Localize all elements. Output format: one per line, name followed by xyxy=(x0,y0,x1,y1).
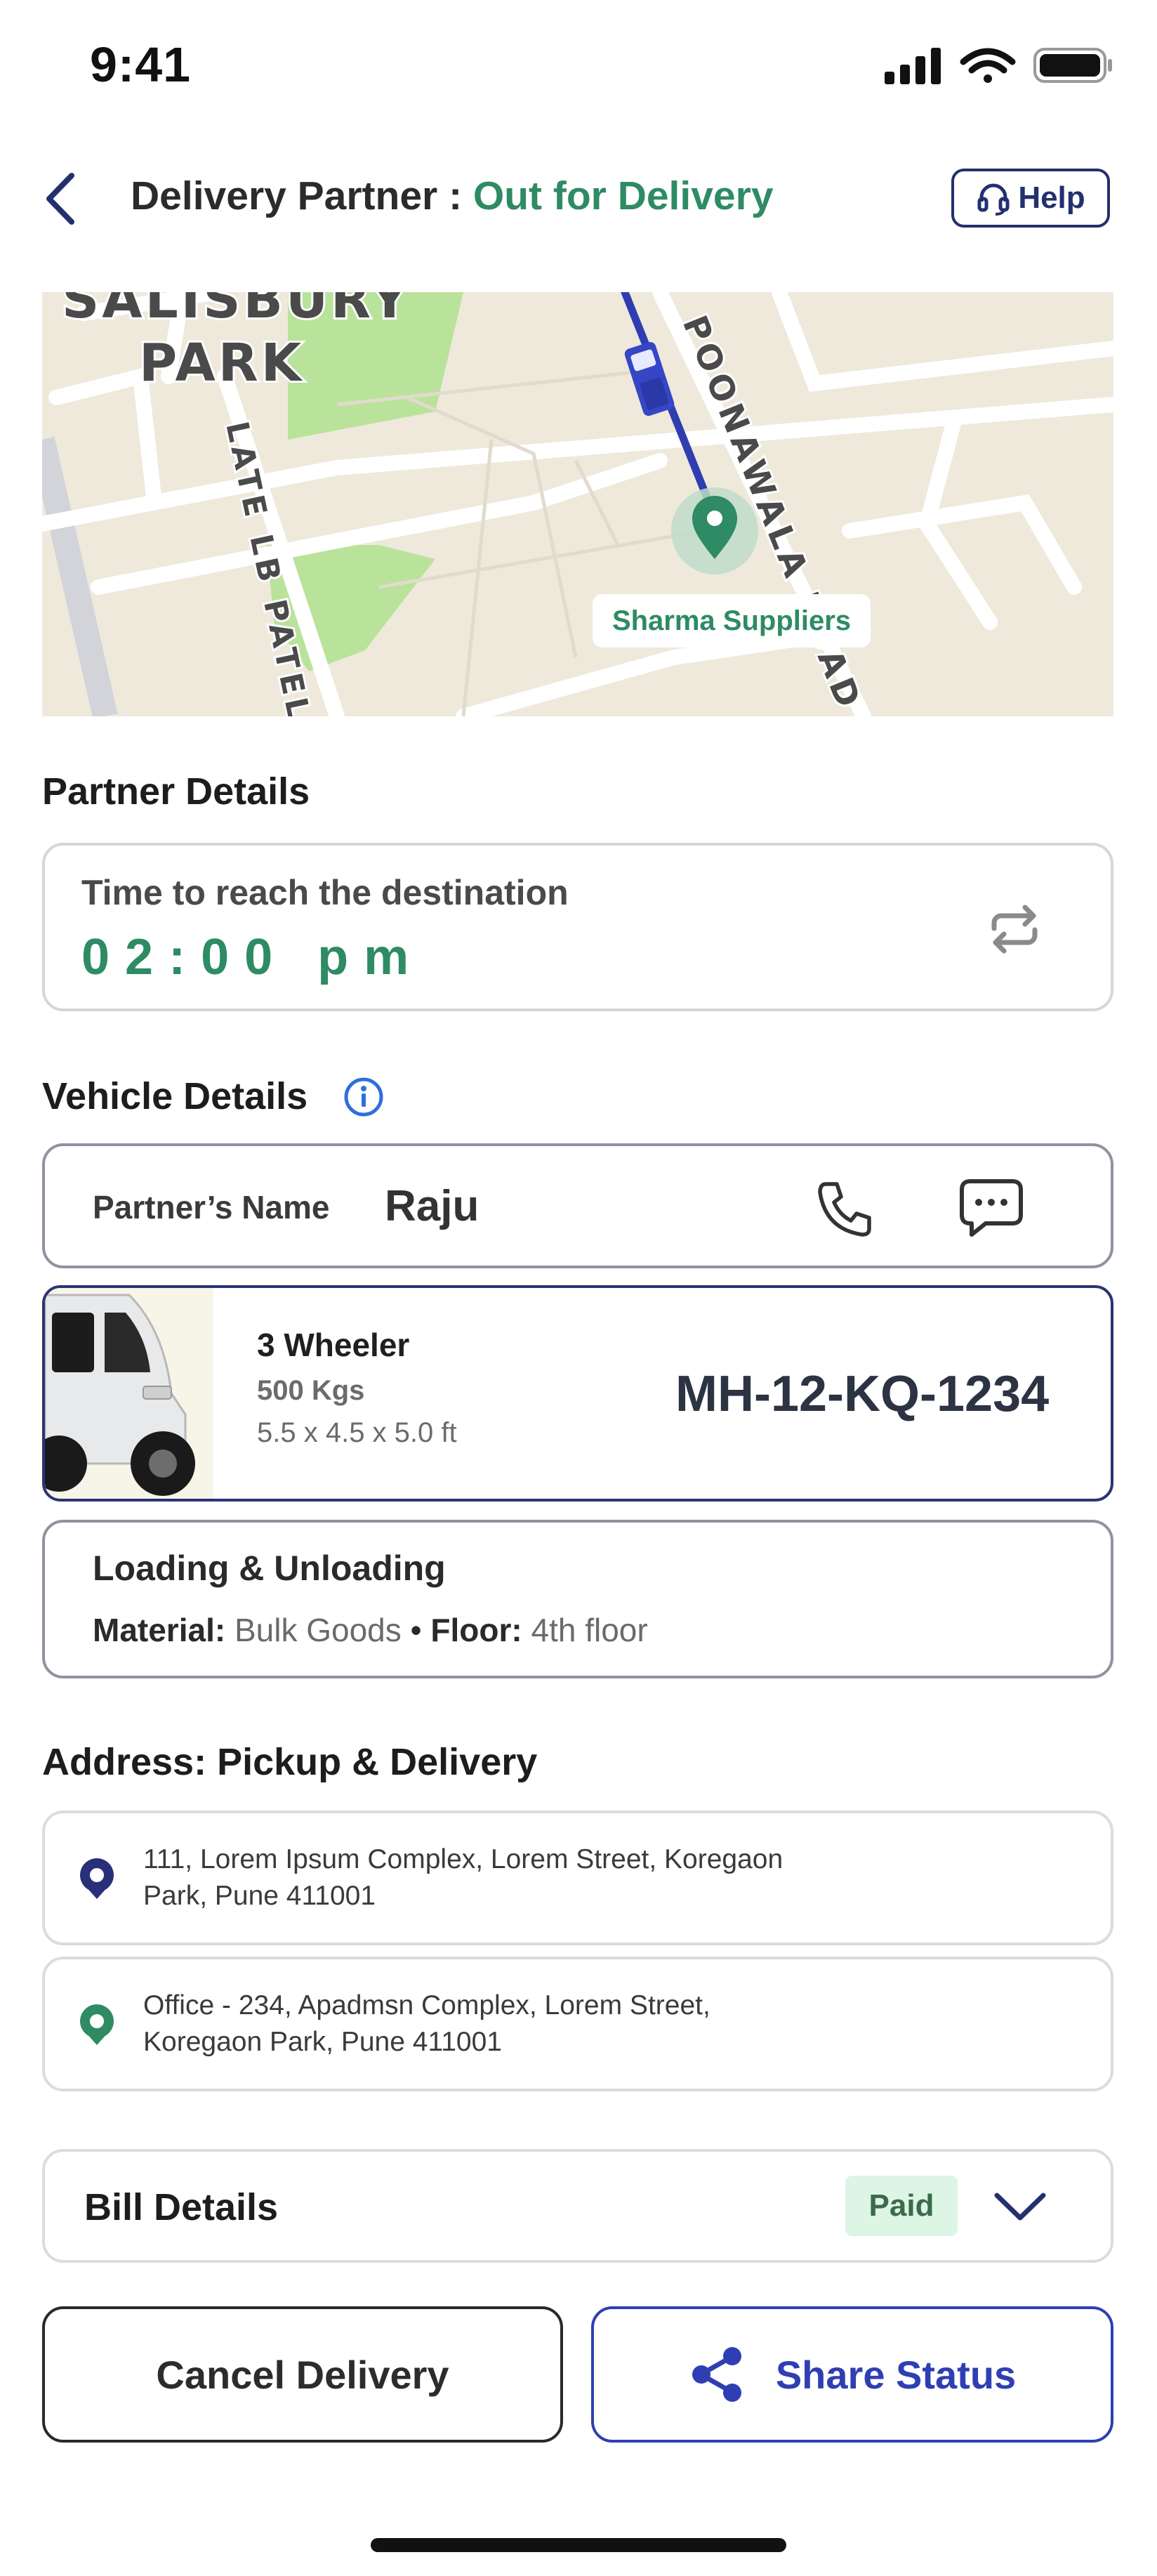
pickup-address: 111, Lorem Ipsum Complex, Lorem Street, … xyxy=(143,1841,783,1914)
share-icon xyxy=(692,2347,741,2402)
map-area-label-1: SALISBURY xyxy=(62,292,411,330)
home-indicator[interactable] xyxy=(371,2538,786,2552)
loading-separator: • xyxy=(410,1612,422,1648)
partner-name-card: Partner’s Name Raju xyxy=(42,1143,1113,1268)
map-canvas: SALISBURY PARK POONAWALA ROAD LATE LB PA… xyxy=(42,292,1113,716)
vehicle-info-button[interactable] xyxy=(343,1076,385,1118)
delivery-pin-icon xyxy=(76,1999,118,2048)
help-label: Help xyxy=(1018,180,1085,215)
pickup-pin-icon xyxy=(76,1853,118,1902)
vehicle-registration: MH-12-KQ-1234 xyxy=(675,1366,1050,1422)
partner-details-title: Partner Details xyxy=(42,770,310,813)
material-value: Bulk Goods xyxy=(234,1612,402,1648)
delivery-address: Office - 234, Apadmsn Complex, Lorem Str… xyxy=(143,1987,710,2061)
vehicle-details-title: Vehicle Details xyxy=(42,1075,308,1117)
bill-details-card[interactable]: Bill Details Paid xyxy=(42,2149,1113,2263)
loading-title: Loading & Unloading xyxy=(93,1549,446,1588)
cancel-delivery-label: Cancel Delivery xyxy=(156,2352,449,2397)
pickup-address-line1: 111, Lorem Ipsum Complex, Lorem Street, … xyxy=(143,1844,784,1874)
page-title: Delivery Partner : Out for Delivery xyxy=(131,173,774,219)
refresh-button[interactable] xyxy=(986,900,1043,958)
wifi-icon xyxy=(960,48,1016,83)
delivery-status: Out for Delivery xyxy=(472,173,774,218)
help-button[interactable]: Help xyxy=(951,169,1110,228)
eta-card: Time to reach the destination 02:00 pm xyxy=(42,843,1113,1011)
pickup-address-line2: Park, Pune 411001 xyxy=(143,1881,376,1911)
bill-expand-button[interactable] xyxy=(989,2179,1052,2235)
material-label: Material: xyxy=(93,1612,226,1648)
call-partner-button[interactable] xyxy=(813,1177,876,1240)
status-icons xyxy=(885,44,1116,86)
vehicle-dimensions: 5.5 x 4.5 x 5.0 ft xyxy=(257,1417,457,1448)
pickup-address-card[interactable]: 111, Lorem Ipsum Complex, Lorem Street, … xyxy=(42,1811,1113,1945)
vehicle-image xyxy=(45,1288,213,1499)
partner-name: Raju xyxy=(385,1182,480,1230)
loading-details: Material: Bulk Goods • Floor: 4th floor xyxy=(93,1611,648,1649)
floor-label: Floor: xyxy=(430,1612,522,1648)
signal-icon xyxy=(885,48,941,84)
partner-name-label: Partner’s Name xyxy=(93,1189,330,1225)
eta-label: Time to reach the destination xyxy=(81,873,569,912)
eta-value: 02:00 pm xyxy=(81,929,425,985)
delivery-address-line2: Koregaon Park, Pune 411001 xyxy=(143,2027,502,2057)
chevron-left-icon xyxy=(46,173,74,225)
paid-badge: Paid xyxy=(845,2176,958,2236)
page-title-prefix: Delivery Partner : xyxy=(131,173,473,218)
vehicle-capacity: 500 Kgs xyxy=(257,1375,365,1406)
map-area-label-2: PARK xyxy=(139,333,304,393)
destination-label-text: Sharma Suppliers xyxy=(612,605,851,636)
info-icon xyxy=(344,1077,383,1117)
refresh-icon xyxy=(991,905,1038,954)
back-button[interactable] xyxy=(41,167,83,230)
cancel-delivery-button[interactable]: Cancel Delivery xyxy=(42,2306,563,2443)
floor-value: 4th floor xyxy=(531,1612,648,1648)
live-map[interactable]: SALISBURY PARK POONAWALA ROAD LATE LB PA… xyxy=(42,292,1113,716)
vehicle-type: 3 Wheeler xyxy=(257,1327,410,1363)
delivery-address-line1: Office - 234, Apadmsn Complex, Lorem Str… xyxy=(143,1990,710,2020)
destination-pin-icon xyxy=(671,487,758,574)
address-title: Address: Pickup & Delivery xyxy=(42,1741,538,1783)
share-status-button[interactable]: Share Status xyxy=(591,2306,1113,2443)
message-partner-button[interactable] xyxy=(958,1176,1025,1243)
bill-details-title: Bill Details xyxy=(84,2186,279,2228)
battery-icon xyxy=(1033,48,1112,83)
headset-icon xyxy=(977,183,1010,216)
destination-label: Sharma Suppliers xyxy=(593,594,871,648)
chevron-down-icon xyxy=(994,2193,1046,2221)
loading-card: Loading & Unloading Material: Bulk Goods… xyxy=(42,1520,1113,1678)
status-time: 9:41 xyxy=(90,37,192,92)
delivery-address-card[interactable]: Office - 234, Apadmsn Complex, Lorem Str… xyxy=(42,1957,1113,2091)
phone-icon xyxy=(818,1182,871,1237)
share-status-label: Share Status xyxy=(775,2352,1017,2397)
vehicle-card[interactable]: 3 Wheeler 500 Kgs 5.5 x 4.5 x 5.0 ft MH-… xyxy=(42,1285,1113,1501)
chat-icon xyxy=(960,1179,1023,1237)
